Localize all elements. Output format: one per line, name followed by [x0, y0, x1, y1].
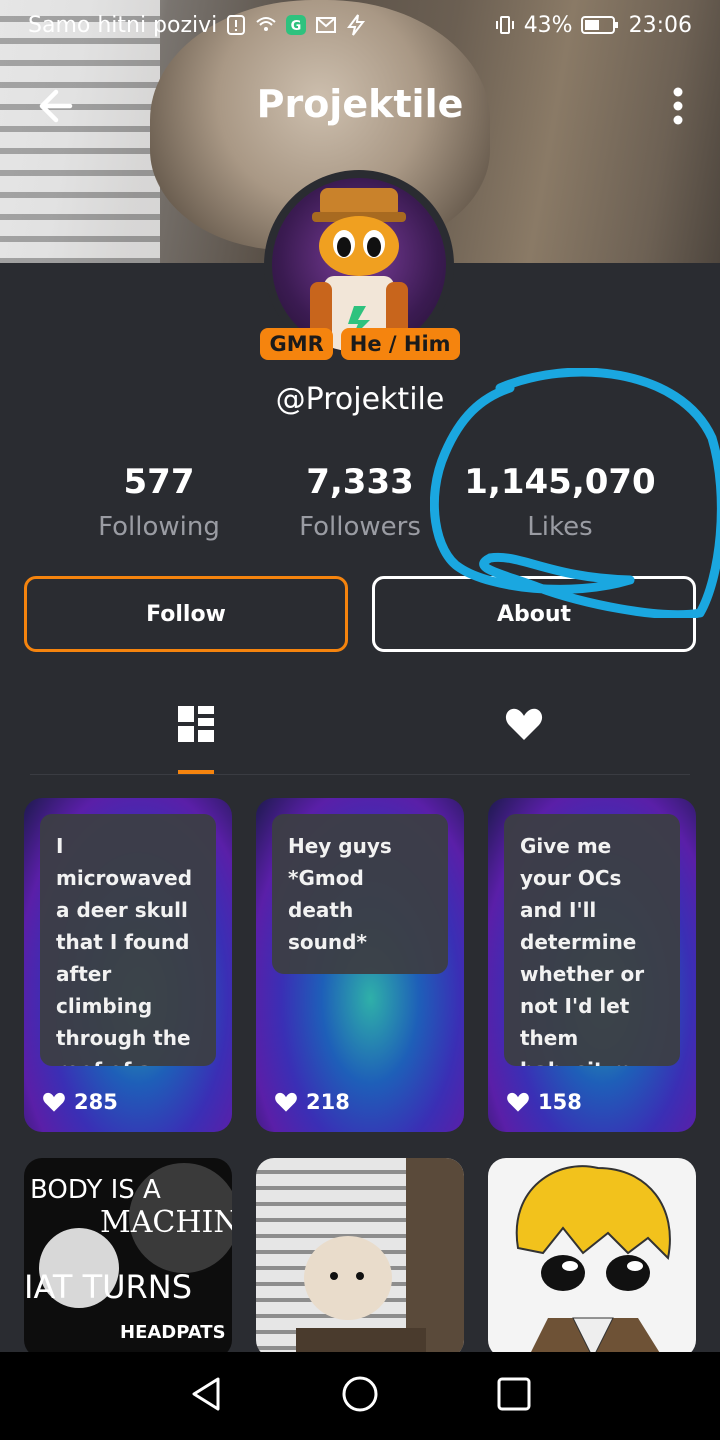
likes-count: 285 — [74, 1090, 118, 1114]
clock: 23:06 — [628, 12, 692, 38]
battery-icon — [580, 16, 618, 34]
home-nav-icon[interactable] — [340, 1374, 380, 1414]
badge-gmr: GMR — [260, 328, 333, 360]
back-nav-icon[interactable] — [186, 1374, 226, 1414]
post-card[interactable]: I microwaved a deer skull that I found a… — [24, 798, 232, 1132]
system-nav-bar — [0, 1352, 720, 1440]
follow-button[interactable]: Follow — [24, 576, 348, 652]
sim-alert-icon — [227, 15, 246, 35]
status-bar: Samo hitni pozivi G 43% 23:06 — [0, 0, 720, 50]
post-likes: 285 — [42, 1090, 118, 1114]
meme-caption-low: IAT TURNS — [24, 1268, 192, 1306]
grid-icon[interactable] — [176, 704, 216, 744]
heart-icon — [275, 1092, 297, 1112]
active-tab-indicator — [178, 770, 214, 774]
page-title: Projektile — [256, 82, 464, 126]
app-notification-icon: G — [286, 15, 307, 35]
vibrate-icon — [495, 16, 514, 34]
post-thumbnail[interactable] — [488, 1158, 696, 1358]
carrier-text: Samo hitni pozivi — [28, 12, 218, 38]
meme-caption-bottom: HEADPATS — [120, 1322, 226, 1343]
mail-icon — [316, 17, 337, 33]
stat-label: Following — [98, 512, 220, 542]
profile-tabs — [30, 690, 690, 775]
recents-nav-icon[interactable] — [494, 1374, 534, 1414]
svg-text:G: G — [291, 19, 302, 34]
meme-caption-mid: MACHIN — [100, 1205, 232, 1240]
flash-icon — [347, 14, 366, 36]
likes-count: 158 — [538, 1090, 582, 1114]
top-bar: Projektile — [0, 70, 720, 142]
more-options-icon[interactable] — [672, 86, 684, 126]
heart-icon — [43, 1092, 65, 1112]
badge-pronouns: He / Him — [340, 328, 460, 360]
skeleton-meme-image: BODY IS A MACHIN IAT TURNS HEADPATS — [24, 1163, 232, 1343]
heart-icon — [507, 1092, 529, 1112]
post-likes: 158 — [506, 1090, 582, 1114]
post-text: I microwaved a deer skull that I found a… — [40, 814, 216, 1066]
post-card[interactable]: Hey guys *Gmod death sound* 218 — [256, 798, 464, 1132]
post-text: Give me your OCs and I'll determine whet… — [504, 814, 680, 1066]
likes-count: 218 — [306, 1090, 350, 1114]
post-thumbnail[interactable] — [256, 1158, 464, 1358]
avatar-image — [272, 178, 446, 352]
post-likes: 218 — [274, 1090, 350, 1114]
post-thumbnail[interactable]: BODY IS A MACHIN IAT TURNS HEADPATS — [24, 1158, 232, 1358]
avatar-character-icon — [310, 188, 408, 352]
profile-badges: GMR He / Him — [0, 328, 720, 360]
stat-value: 577 — [123, 462, 195, 502]
stat-following[interactable]: 577 Following — [59, 462, 259, 542]
heart-icon[interactable] — [504, 704, 544, 744]
anime-character-image — [515, 1165, 671, 1358]
meme-caption-top: BODY IS A — [30, 1175, 161, 1205]
dog-photo-image — [296, 1158, 464, 1358]
battery-percent: 43% — [523, 12, 573, 38]
wifi-icon — [256, 17, 276, 31]
post-card[interactable]: Give me your OCs and I'll determine whet… — [488, 798, 696, 1132]
post-text: Hey guys *Gmod death sound* — [272, 814, 448, 974]
annotation-scribble — [430, 368, 720, 618]
